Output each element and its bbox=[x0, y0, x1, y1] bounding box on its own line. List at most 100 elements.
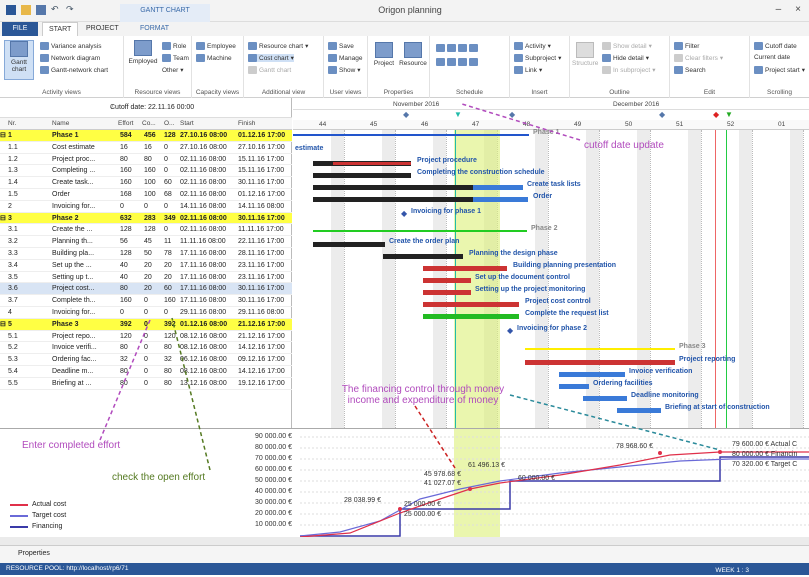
col-finish[interactable]: Finish bbox=[238, 120, 255, 127]
save-view-button[interactable]: Save bbox=[328, 42, 354, 50]
phase-row[interactable]: 3 Phase 2 632 283 349 02.11.16 08:00 30.11.16 … bbox=[0, 212, 292, 225]
cell-completed[interactable]: 128 bbox=[144, 224, 156, 236]
filter-button[interactable]: Filter bbox=[674, 42, 699, 50]
col-effort[interactable]: Effort bbox=[118, 120, 133, 127]
col-start[interactable]: Start bbox=[180, 120, 194, 127]
cell-completed[interactable]: 0 bbox=[144, 366, 148, 378]
task-bar[interactable] bbox=[383, 254, 463, 259]
cell-completed[interactable]: 0 bbox=[144, 319, 148, 331]
close-button[interactable]: × bbox=[795, 4, 801, 15]
task-bar[interactable] bbox=[313, 197, 473, 202]
task-bar[interactable] bbox=[313, 173, 411, 178]
collapse-toggle-icon[interactable]: ⊟ bbox=[0, 213, 6, 225]
team-button[interactable]: Team bbox=[162, 54, 189, 62]
table-row[interactable]: 5.4 Deadline m... 80 0 80 08.12.16 08:00 14.12… bbox=[0, 366, 292, 378]
table-row[interactable]: 3.1 Create the ... 128 128 0 02.11.16 08:00 11… bbox=[0, 224, 292, 237]
table-row[interactable]: 1.4 Create task... 160 100 60 02.11.16 08:00 3… bbox=[0, 177, 292, 189]
table-row[interactable]: 3.2 Planning th... 56 45 11 11.11.16 08:00 22.… bbox=[0, 236, 292, 248]
cell-completed[interactable]: 45 bbox=[144, 236, 152, 248]
structure-button[interactable]: Structure bbox=[572, 42, 598, 67]
employed-button[interactable]: Employed bbox=[128, 40, 158, 65]
scroll-cutoff-date-button[interactable]: Cutoff date bbox=[754, 42, 797, 50]
cell-completed[interactable]: 20 bbox=[144, 260, 152, 272]
hide-detail-button[interactable]: Hide detail ▾ bbox=[602, 54, 649, 62]
cell-completed[interactable]: 0 bbox=[144, 354, 148, 366]
scroll-current-date-button[interactable]: Current date bbox=[754, 54, 790, 61]
cost-chart-button[interactable]: Cost chart ▾ bbox=[248, 54, 294, 62]
manage-view-button[interactable]: Manage bbox=[328, 54, 363, 62]
col-completed[interactable]: Co... bbox=[142, 120, 156, 127]
open-icon[interactable] bbox=[21, 5, 31, 15]
minimize-button[interactable]: – bbox=[776, 4, 782, 15]
save-icon[interactable] bbox=[36, 5, 46, 15]
cell-completed[interactable]: 100 bbox=[144, 189, 156, 201]
task-bar[interactable] bbox=[423, 314, 519, 319]
tab-project[interactable]: PROJECT bbox=[80, 22, 125, 36]
horizontal-scrollbar[interactable] bbox=[0, 537, 809, 545]
network-diagram-button[interactable]: Network diagram bbox=[40, 54, 100, 62]
project-properties-button[interactable]: Project bbox=[370, 42, 398, 67]
task-bar[interactable] bbox=[617, 408, 661, 413]
cell-completed[interactable]: 80 bbox=[144, 154, 152, 166]
task-bar[interactable] bbox=[423, 302, 519, 307]
task-open-part[interactable] bbox=[473, 185, 523, 190]
cell-completed[interactable]: 16 bbox=[144, 142, 152, 154]
cell-completed[interactable]: 456 bbox=[144, 130, 156, 142]
variance-analysis-button[interactable]: Variance analysis bbox=[40, 42, 101, 50]
in-subproject-button[interactable]: In subproject ▾ bbox=[602, 66, 655, 74]
table-row[interactable]: 3.7 Complete th... 160 0 160 17.11.16 08:00 30… bbox=[0, 295, 292, 307]
table-row[interactable]: 5.1 Project repo... 120 0 120 08.12.16 08:00 2… bbox=[0, 331, 292, 343]
insert-subproject-button[interactable]: Subproject ▾ bbox=[514, 54, 561, 62]
resource-properties-button[interactable]: Resource bbox=[398, 42, 428, 67]
task-bar[interactable] bbox=[423, 266, 507, 271]
schedule-icons-row1[interactable] bbox=[436, 44, 478, 52]
collapse-toggle-icon[interactable]: ⊟ bbox=[0, 130, 6, 142]
gantt-network-button[interactable]: Gantt-network chart bbox=[40, 66, 108, 74]
col-open[interactable]: O... bbox=[164, 120, 174, 127]
insert-link-button[interactable]: Link ▾ bbox=[514, 66, 542, 74]
cell-completed[interactable]: 0 bbox=[144, 331, 148, 343]
clear-filters-button[interactable]: Clear filters ▾ bbox=[674, 54, 723, 62]
tab-start[interactable]: START bbox=[42, 22, 79, 36]
table-row[interactable]: 1.3 Completing ... 160 160 0 02.11.16 08:00 15… bbox=[0, 165, 292, 178]
scroll-project-start-button[interactable]: Project start ▾ bbox=[754, 66, 805, 74]
properties-tab[interactable]: Properties bbox=[0, 545, 809, 563]
cell-completed[interactable]: 50 bbox=[144, 248, 152, 260]
phase-bar[interactable] bbox=[313, 230, 527, 232]
table-row[interactable]: 2 Invoicing for... 0 0 0 14.11.16 08:00 14.11.… bbox=[0, 201, 292, 213]
col-nr[interactable]: Nr. bbox=[8, 120, 16, 127]
task-bar[interactable] bbox=[313, 185, 473, 190]
task-bar[interactable] bbox=[559, 384, 589, 389]
table-row[interactable]: 1.5 Order 168 100 68 02.11.16 08:00 01.12.16 1… bbox=[0, 189, 292, 201]
cell-completed[interactable]: 0 bbox=[144, 307, 148, 319]
tab-file[interactable]: FILE bbox=[2, 22, 38, 36]
task-open-part[interactable] bbox=[473, 197, 528, 202]
task-bar[interactable] bbox=[423, 278, 471, 283]
phase-bar[interactable] bbox=[525, 348, 675, 350]
insert-activity-button[interactable]: Activity ▾ bbox=[514, 42, 551, 50]
undo-icon[interactable]: ↶ bbox=[51, 5, 61, 15]
collapse-toggle-icon[interactable]: ⊟ bbox=[0, 319, 6, 331]
cell-completed[interactable]: 283 bbox=[144, 213, 156, 225]
employee-button[interactable]: Employee bbox=[196, 42, 236, 50]
gantt-chart-button[interactable]: Gantt chart bbox=[4, 40, 34, 80]
phase-row[interactable]: 5 Phase 3 392 0 392 01.12.16 08:00 21.12.16 17… bbox=[0, 318, 292, 331]
table-row[interactable]: 1.2 Project proc... 80 80 0 02.11.16 08:00 15.… bbox=[0, 154, 292, 166]
task-bar[interactable] bbox=[559, 372, 625, 377]
collapse-grid-icon[interactable]: « bbox=[110, 103, 288, 110]
table-row[interactable]: 1.1 Cost estimate 16 16 0 27.10.16 08:00 27.10… bbox=[0, 142, 292, 154]
table-row[interactable]: 5.3 Ordering fac... 32 0 32 06.12.16 08:00 09.… bbox=[0, 354, 292, 366]
table-row[interactable]: 3.6 Project cost... 80 20 60 17.11.16 08:00 30… bbox=[0, 283, 292, 296]
other-button[interactable]: Other ▾ bbox=[162, 66, 184, 75]
schedule-icons-row2[interactable] bbox=[436, 58, 478, 66]
task-bar[interactable] bbox=[423, 290, 471, 295]
show-detail-button[interactable]: Show detail ▾ bbox=[602, 42, 652, 50]
table-row[interactable]: 3.5 Setting up t... 40 20 20 17.11.16 08:00 23… bbox=[0, 272, 292, 284]
table-row[interactable]: 3.3 Building pla... 128 50 78 17.11.16 08:00 2… bbox=[0, 248, 292, 260]
table-row[interactable]: 3.4 Set up the ... 40 20 20 17.11.16 08:00 23.… bbox=[0, 260, 292, 272]
task-bar[interactable] bbox=[583, 396, 627, 401]
cell-completed[interactable]: 100 bbox=[144, 177, 156, 189]
role-button[interactable]: Role bbox=[162, 42, 186, 50]
cutoff-marker[interactable]: ▼ bbox=[454, 110, 462, 119]
machine-button[interactable]: Machine bbox=[196, 54, 232, 62]
